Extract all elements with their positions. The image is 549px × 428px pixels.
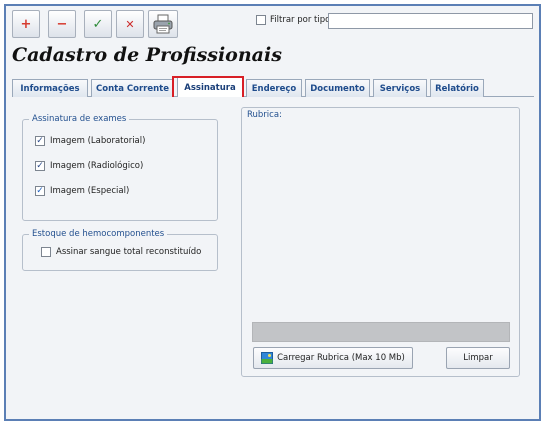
main-window: + − ✓ ✕ Filtrar por tipo: Cadastro de Pr… <box>4 4 541 421</box>
exam-signature-item[interactable]: ✓ Imagem (Laboratorial) <box>35 136 145 146</box>
upload-progress-bar <box>252 322 510 342</box>
checkbox-label: Assinar sangue total reconstituído <box>56 247 202 257</box>
blood-stock-legend: Estoque de hemocomponentes <box>29 229 168 239</box>
tab-content-assinatura: Assinatura de exames ✓ Imagem (Laborator… <box>12 97 534 415</box>
load-rubrica-button[interactable]: Carregar Rubrica (Max 10 Mb) <box>253 347 413 369</box>
checkbox-assinar-sangue[interactable] <box>41 247 51 257</box>
tab-informacoes[interactable]: Informações <box>12 79 88 97</box>
tab-endereco[interactable]: Endereço <box>246 79 302 97</box>
exam-signature-item[interactable]: ✓ Imagem (Radiológico) <box>35 161 143 171</box>
plus-icon: + <box>20 16 32 32</box>
filter-label: Filtrar por tipo: <box>270 15 334 25</box>
exam-signature-item[interactable]: ✓ Imagem (Especial) <box>35 186 129 196</box>
rubrica-label: Rubrica: <box>247 110 282 120</box>
checkbox-label: Imagem (Laboratorial) <box>50 136 146 146</box>
minus-icon: − <box>56 16 68 32</box>
tab-conta-corrente[interactable]: Conta Corrente <box>91 79 174 97</box>
blood-stock-item[interactable]: Assinar sangue total reconstituído <box>41 247 201 257</box>
filter-checkbox[interactable] <box>256 15 266 25</box>
print-button[interactable] <box>148 10 178 38</box>
checkbox-imagem-radiologico[interactable]: ✓ <box>35 161 45 171</box>
rubrica-image-area <box>252 122 510 321</box>
filter-type-input[interactable] <box>328 13 533 29</box>
checkbox-label: Imagem (Radiológico) <box>50 161 144 171</box>
filter-by-type: Filtrar por tipo: <box>256 15 333 25</box>
tab-servicos[interactable]: Serviços <box>373 79 427 97</box>
blood-stock-group: Estoque de hemocomponentes Assinar sangu… <box>22 229 218 271</box>
tab-documento[interactable]: Documento <box>305 79 370 97</box>
page-title: Cadastro de Profissionais <box>12 44 282 66</box>
image-icon <box>261 352 274 364</box>
printer-icon <box>153 14 173 34</box>
checkbox-imagem-laboratorial[interactable]: ✓ <box>35 136 45 146</box>
check-icon: ✓ <box>92 16 104 32</box>
cancel-button[interactable]: ✕ <box>116 10 144 38</box>
tab-bar: Informações Conta Corrente Assinatura En… <box>12 77 534 98</box>
rubrica-panel: Rubrica: Carregar Rubrica (Max 10 Mb) Li… <box>241 107 520 377</box>
tab-relatorio[interactable]: Relatório <box>430 79 484 97</box>
clear-button[interactable]: Limpar <box>446 347 510 369</box>
add-button[interactable]: + <box>12 10 40 38</box>
checkbox-imagem-especial[interactable]: ✓ <box>35 186 45 196</box>
exam-signature-legend: Assinatura de exames <box>29 114 130 124</box>
exam-signature-group: Assinatura de exames ✓ Imagem (Laborator… <box>22 114 218 221</box>
close-icon: ✕ <box>125 17 135 31</box>
load-rubrica-label: Carregar Rubrica (Max 10 Mb) <box>277 353 405 363</box>
confirm-button[interactable]: ✓ <box>84 10 112 38</box>
remove-button[interactable]: − <box>48 10 76 38</box>
checkbox-label: Imagem (Especial) <box>50 186 130 196</box>
